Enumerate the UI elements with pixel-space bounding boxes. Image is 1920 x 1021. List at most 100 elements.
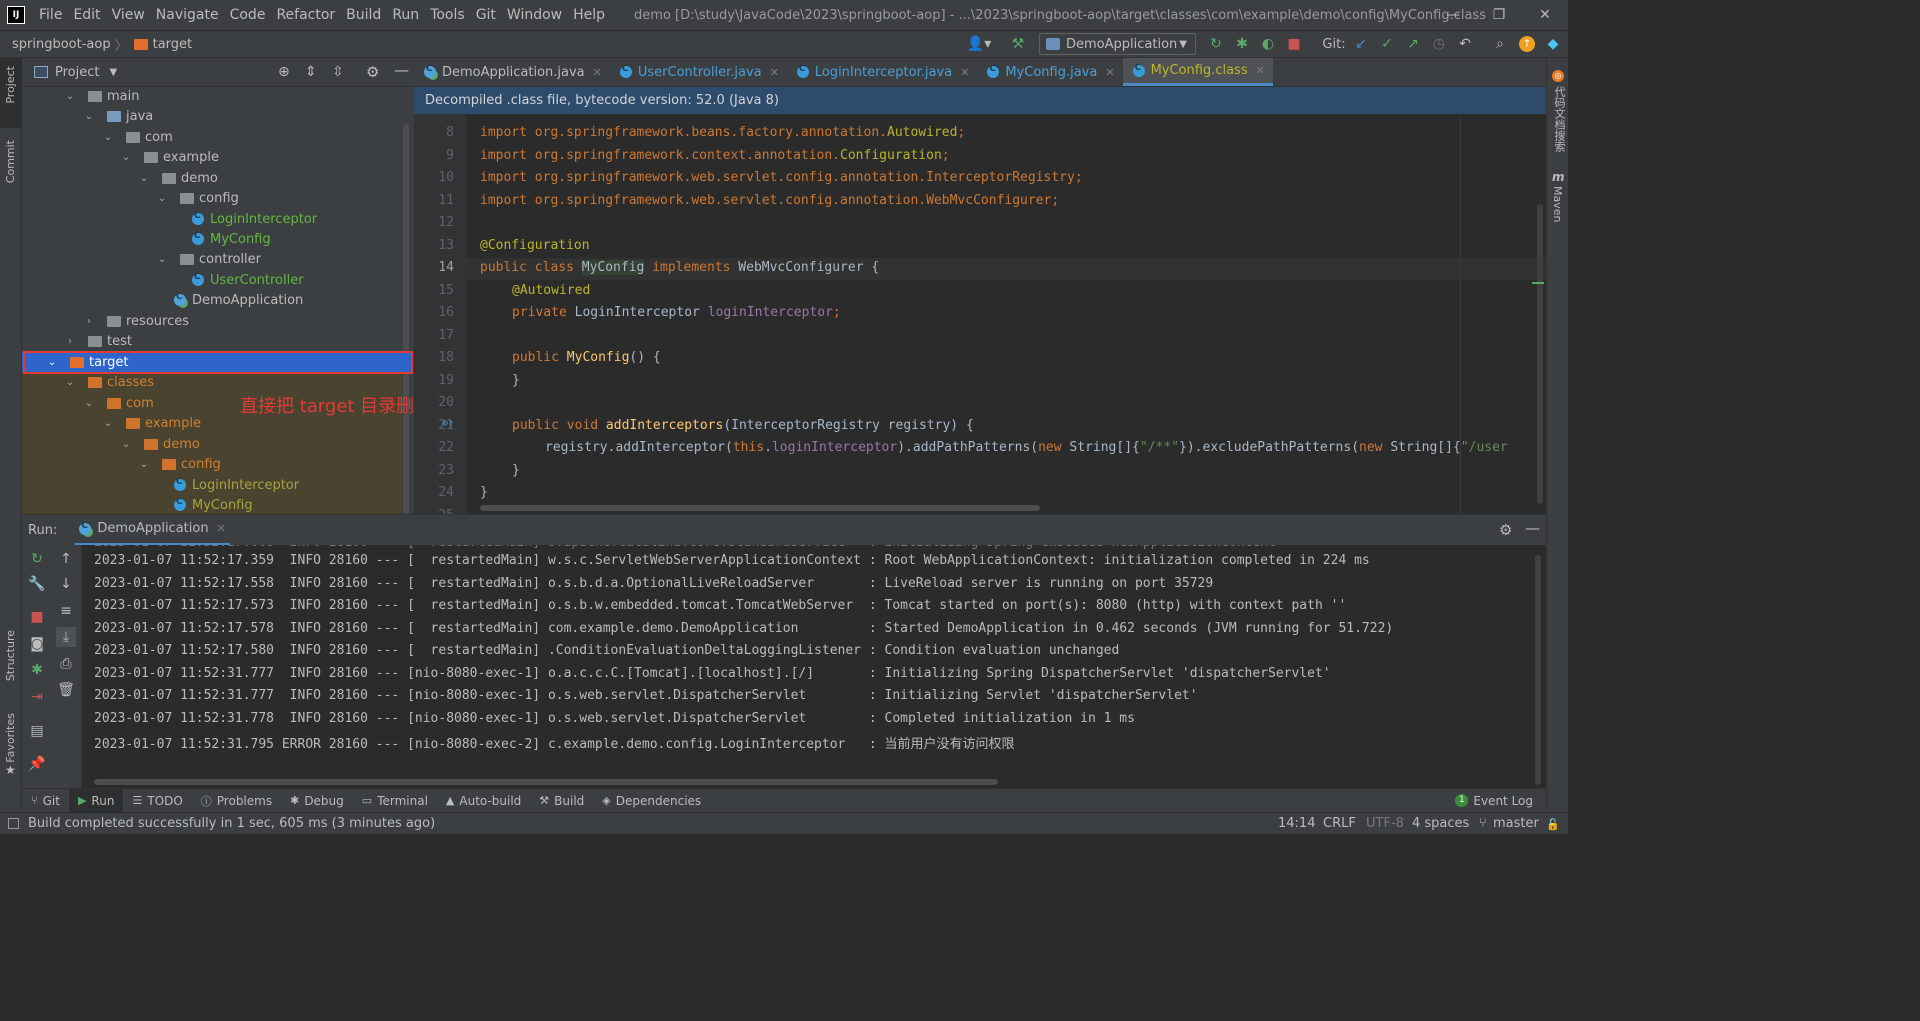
rerun-icon[interactable]: ↻ [27, 549, 47, 569]
exit-icon[interactable]: ⇥ [27, 687, 47, 707]
print-icon[interactable]: ⎙ [56, 654, 76, 674]
breadcrumb-target[interactable]: target [153, 37, 193, 52]
chevron-down-icon[interactable]: ⌄ [138, 459, 150, 470]
stop-icon[interactable]: ■ [27, 607, 47, 627]
intellij-logo-icon[interactable]: IJ [7, 6, 25, 24]
project-scrollbar[interactable] [403, 124, 409, 514]
caret-position[interactable]: 14:14 [1278, 816, 1315, 831]
chevron-right-icon[interactable]: › [83, 316, 95, 327]
tab-usercontroller[interactable]: UserController.java ✕ [610, 58, 787, 86]
git-branch[interactable]: master [1493, 816, 1539, 831]
doc-search-tool-label[interactable]: 代码文档搜索 [1551, 86, 1567, 152]
file-encoding[interactable]: UTF-8 [1366, 816, 1404, 831]
pin-icon[interactable]: 📌 [27, 754, 47, 774]
tool-autobuild[interactable]: ▲ Auto-build [437, 789, 530, 813]
tab-myconfig-java[interactable]: MyConfig.java ✕ [977, 58, 1122, 86]
status-message[interactable]: Build completed successfully in 1 sec, 6… [28, 816, 435, 831]
chevron-down-icon[interactable]: ⌄ [138, 173, 150, 184]
tree-item-java[interactable]: ⌄ java [83, 106, 153, 126]
run-configuration-select[interactable]: DemoApplication ▼ [1039, 33, 1196, 55]
scroll-to-end-icon[interactable]: ⤓ [56, 627, 76, 647]
menu-navigate[interactable]: Navigate [152, 7, 223, 23]
chevron-down-icon[interactable]: ⌄ [83, 398, 95, 409]
menu-run[interactable]: Run [388, 7, 423, 23]
line-separator[interactable]: CRLF [1323, 816, 1356, 831]
menu-edit[interactable]: Edit [69, 7, 104, 23]
stop-icon[interactable]: ■ [1284, 34, 1304, 54]
tree-item-demo[interactable]: ⌄ demo [138, 168, 218, 188]
code-editor[interactable]: import org.springframework.beans.factory… [466, 114, 1546, 514]
maven-tool-label[interactable]: Maven [1551, 186, 1564, 222]
chevron-down-icon[interactable]: ⌄ [64, 377, 76, 388]
collapse-all-icon[interactable]: ⇳ [332, 64, 344, 80]
editor-horizontal-scrollbar[interactable] [480, 505, 1040, 511]
project-tool-label[interactable]: Project [4, 66, 17, 104]
tool-problems[interactable]: ⓘ Problems [192, 789, 281, 813]
chevron-down-icon[interactable]: ▼ [109, 67, 117, 78]
breadcrumb-project[interactable]: springboot-aop [12, 37, 111, 52]
close-tab-icon[interactable]: ✕ [1105, 66, 1114, 79]
tool-debug[interactable]: ✱ Debug [281, 789, 353, 813]
structure-tool-label[interactable]: Structure [4, 630, 17, 681]
console-vertical-scrollbar[interactable] [1535, 555, 1541, 785]
tree-item-main[interactable]: ⌄ main [64, 86, 140, 106]
tab-logininterceptor[interactable]: LoginInterceptor.java ✕ [787, 58, 978, 86]
rerun-icon[interactable]: ↻ [1206, 34, 1226, 54]
build-hammer-icon[interactable]: ⚒ [1008, 34, 1028, 54]
close-tab-icon[interactable]: ✕ [960, 66, 969, 79]
wrench-icon[interactable]: 🔧 [27, 574, 47, 594]
locate-target-icon[interactable]: ⊕ [278, 64, 290, 80]
expand-all-icon[interactable]: ⇕ [305, 64, 317, 80]
tab-myconfig-class[interactable]: MyConfig.class ✕ [1122, 58, 1273, 86]
rollback-icon[interactable]: ↶ [1456, 34, 1474, 54]
tree-item-target-logininterceptor[interactable]: LoginInterceptor [174, 475, 299, 495]
tree-item-resources[interactable]: › resources [83, 311, 189, 331]
tree-item-target-myconfig[interactable]: MyConfig [174, 495, 253, 514]
tool-event-log[interactable]: 1 Event Log [1446, 789, 1542, 813]
tree-item-target-demo[interactable]: ⌄ demo [120, 434, 200, 454]
tree-item-target-example[interactable]: ⌄ example [102, 413, 201, 433]
menu-build[interactable]: Build [342, 7, 385, 23]
tool-terminal[interactable]: ▭ Terminal [353, 789, 437, 813]
search-icon[interactable]: ⌕ [1490, 34, 1510, 54]
menu-help[interactable]: Help [569, 7, 609, 23]
chevron-right-icon[interactable]: › [64, 336, 76, 347]
down-arrow-icon[interactable]: ↓ [56, 574, 76, 594]
jetbrains-toolbox-icon[interactable]: ◆ [1543, 34, 1563, 54]
indent-setting[interactable]: 4 spaces [1412, 816, 1469, 831]
soft-wrap-icon[interactable]: ≡ [56, 601, 76, 621]
gear-icon[interactable]: ⚙ [1499, 521, 1512, 539]
update-icon[interactable]: ↑ [1517, 34, 1537, 54]
menu-file[interactable]: File [35, 7, 66, 23]
menu-window[interactable]: Window [503, 7, 566, 23]
git-commit-icon[interactable]: ✓ [1378, 34, 1396, 54]
tool-dependencies[interactable]: ◈ Dependencies [593, 789, 710, 813]
hide-panel-icon[interactable]: — [394, 61, 409, 79]
close-window-icon[interactable]: ✕ [1522, 0, 1568, 30]
chevron-down-icon[interactable]: ⌄ [102, 132, 114, 143]
menu-refactor[interactable]: Refactor [272, 7, 339, 23]
lock-icon[interactable]: 🔓 [1546, 818, 1560, 831]
tree-item-controller[interactable]: ⌄ controller [156, 249, 261, 269]
trash-icon[interactable]: 🗑 [56, 680, 76, 700]
chevron-down-icon[interactable]: ⌄ [120, 152, 132, 163]
tool-todo[interactable]: ☰ TODO [123, 789, 191, 813]
toggle-tool-windows-icon[interactable] [8, 818, 19, 829]
menu-view[interactable]: View [108, 7, 149, 23]
chevron-down-icon[interactable]: ⌄ [156, 193, 168, 204]
tab-demoapplication[interactable]: DemoApplication.java ✕ [414, 58, 610, 86]
chevron-down-icon[interactable]: ⌄ [64, 91, 76, 102]
gear-icon[interactable]: ⚙ [366, 63, 379, 81]
close-tab-icon[interactable]: ✕ [217, 522, 226, 535]
tree-item-com[interactable]: ⌄ com [102, 127, 173, 147]
chevron-down-icon[interactable]: ⌄ [120, 439, 132, 450]
tree-item-demoapplication[interactable]: DemoApplication [174, 290, 303, 310]
tree-item-example[interactable]: ⌄ example [120, 147, 219, 167]
maximize-icon[interactable]: ❐ [1476, 0, 1522, 30]
tree-item-usercontroller[interactable]: UserController [192, 270, 304, 290]
coverage-icon[interactable]: ◐ [1258, 34, 1278, 54]
editor-vertical-scrollbar[interactable] [1537, 204, 1543, 504]
project-panel-title[interactable]: Project [55, 65, 99, 80]
menu-git[interactable]: Git [472, 7, 500, 23]
close-tab-icon[interactable]: ✕ [770, 66, 779, 79]
